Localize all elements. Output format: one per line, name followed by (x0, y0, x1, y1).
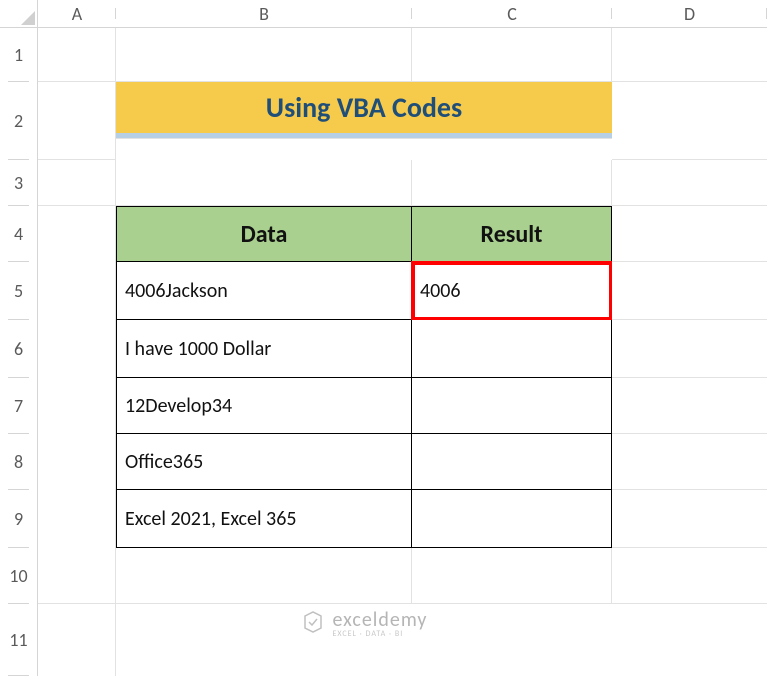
row-header-6[interactable]: 6 (0, 320, 38, 378)
select-all-corner[interactable] (0, 0, 38, 28)
cell-d8[interactable] (612, 434, 767, 490)
cell-b1[interactable] (116, 28, 412, 82)
cell-d9[interactable] (612, 490, 767, 548)
table-header-result[interactable]: Result (412, 206, 612, 262)
cell-d4[interactable] (612, 206, 767, 262)
cell-b3[interactable] (116, 160, 412, 206)
col-header-b[interactable]: B (116, 0, 412, 28)
cell-c8[interactable] (412, 434, 612, 490)
row-header-11[interactable]: 11 (0, 604, 38, 676)
cell-a1[interactable] (38, 28, 116, 82)
row-header-10[interactable]: 10 (0, 548, 38, 604)
row-header-2[interactable]: 2 (0, 82, 38, 160)
cell-a3[interactable] (38, 160, 116, 206)
cell-c9[interactable] (412, 490, 612, 548)
cell-c6[interactable] (412, 320, 612, 378)
cell-a11[interactable] (38, 604, 116, 676)
cell-d5[interactable] (612, 262, 767, 320)
cell-d7[interactable] (612, 378, 767, 434)
cell-c1[interactable] (412, 28, 612, 82)
cell-b5[interactable]: 4006Jackson (116, 262, 412, 320)
cell-c3[interactable] (412, 160, 612, 206)
cell-a2[interactable] (38, 82, 116, 160)
cell-a9[interactable] (38, 490, 116, 548)
col-header-c[interactable]: C (412, 0, 612, 28)
cell-c10[interactable] (412, 548, 612, 604)
cell-a10[interactable] (38, 548, 116, 604)
row-header-1[interactable]: 1 (0, 28, 38, 82)
spreadsheet-grid: A B C D 1 2 Using VBA Codes 3 4 Data Res… (0, 0, 767, 676)
cell-c7[interactable] (412, 378, 612, 434)
table-header-data[interactable]: Data (116, 206, 412, 262)
row-header-3[interactable]: 3 (0, 160, 38, 206)
cell-b9[interactable]: Excel 2021, Excel 365 (116, 490, 412, 548)
watermark-main: exceldemy (333, 610, 428, 630)
row-header-5[interactable]: 5 (0, 262, 38, 320)
cell-a4[interactable] (38, 206, 116, 262)
cell-a8[interactable] (38, 434, 116, 490)
cell-b6[interactable]: I have 1000 Dollar (116, 320, 412, 378)
row-header-4[interactable]: 4 (0, 206, 38, 262)
cell-d3[interactable] (612, 160, 767, 206)
cell-b10[interactable] (116, 548, 412, 604)
row-header-7[interactable]: 7 (0, 378, 38, 434)
row-header-9[interactable]: 9 (0, 490, 38, 548)
col-header-a[interactable]: A (38, 0, 116, 28)
cell-d2[interactable] (612, 82, 767, 160)
cell-b7[interactable]: 12Develop34 (116, 378, 412, 434)
cell-d1[interactable] (612, 28, 767, 82)
cell-d11[interactable] (612, 604, 767, 676)
cell-b8[interactable]: Office365 (116, 434, 412, 490)
title-merged-cell[interactable]: Using VBA Codes (116, 82, 612, 160)
cell-d10[interactable] (612, 548, 767, 604)
watermark: exceldemy EXCEL · DATA · BI (116, 604, 612, 676)
cell-c5-highlighted[interactable]: 4006 (412, 262, 612, 320)
col-header-d[interactable]: D (612, 0, 767, 28)
exceldemy-logo-icon (301, 610, 325, 634)
cell-d6[interactable] (612, 320, 767, 378)
title-text: Using VBA Codes (266, 90, 462, 125)
cell-a7[interactable] (38, 378, 116, 434)
watermark-sub: EXCEL · DATA · BI (333, 630, 428, 638)
cell-a6[interactable] (38, 320, 116, 378)
row-header-8[interactable]: 8 (0, 434, 38, 490)
cell-a5[interactable] (38, 262, 116, 320)
